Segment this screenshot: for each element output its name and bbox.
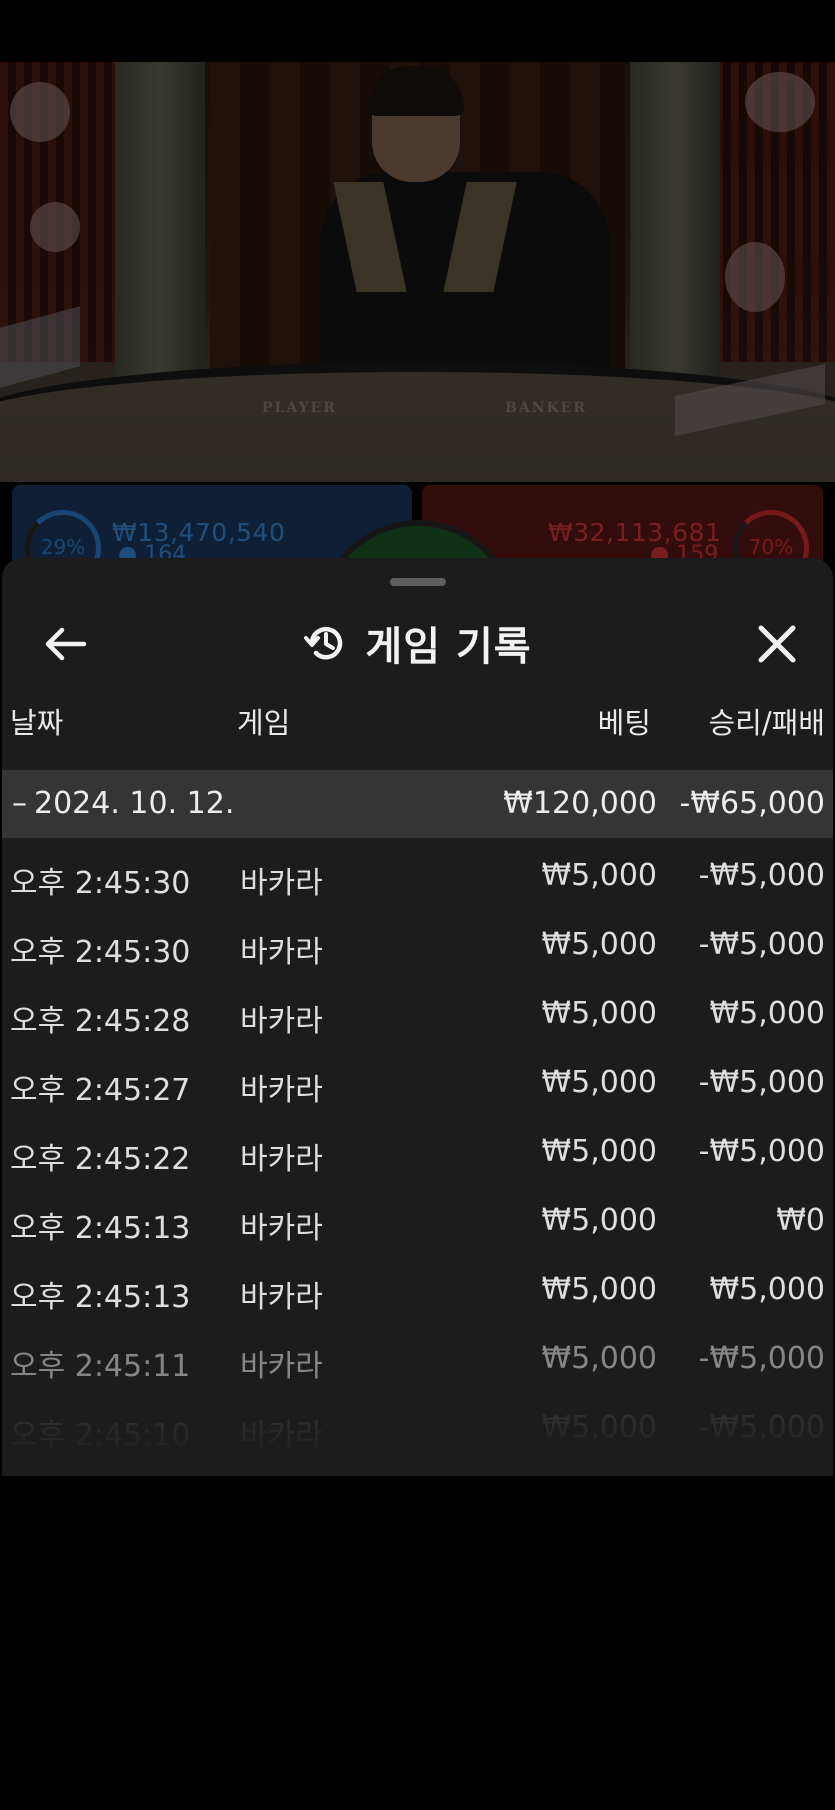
row-time: 오후 2:45:22 [10,1142,191,1177]
row-win-loss: -₩5,000 [698,1134,825,1169]
row-bet: ₩5,000 [541,858,657,893]
column-header-game: 게임 [237,706,291,740]
row-game: 바카라 [240,935,323,970]
row-win-loss: -₩5,000 [698,858,825,893]
history-row[interactable]: 오후 2:45:13 바카라 ₩5,000 ₩0 [2,1183,833,1252]
sheet-header: 게임 기록 [2,602,833,682]
history-row[interactable]: 오후 2:45:30 바카라 ₩5,000 -₩5,000 [2,838,833,907]
date-group-date: 2024. 10. 12. [34,786,235,821]
date-group-bet-total: ₩120,000 [503,786,657,821]
date-group-win-loss-total: -₩65,000 [679,786,825,821]
row-game: 바카라 [240,1142,323,1177]
column-header-win-loss: 승리/패배 [708,706,826,740]
row-bet: ₩5,000 [541,1341,657,1376]
history-icon [304,626,343,660]
modal-scrim[interactable] [0,62,835,582]
sheet-title-group: 게임 기록 [2,614,833,672]
row-game: 바카라 [240,1211,323,1246]
row-time: 오후 2:45:13 [10,1280,191,1315]
column-headers: 날짜 게임 베팅 승리/패배 [2,700,833,740]
row-bet: ₩5,000 [541,1272,657,1307]
row-time: 오후 2:45:27 [10,1073,191,1108]
history-list: 오후 2:45:30 바카라 ₩5,000 -₩5,000 오후 2:45:30 바카라 ₩… [2,838,833,1459]
date-group-row[interactable]: – 2024. 10. 12. ₩120,000 -₩65,000 [2,770,833,838]
history-row[interactable]: 오후 2:45:13 바카라 ₩5,000 ₩5,000 [2,1252,833,1321]
row-bet: ₩5,000 [541,1065,657,1100]
sheet-title: 게임 기록 [365,624,532,670]
row-win-loss: -₩5,000 [698,927,825,962]
row-bet: ₩5,000 [541,1134,657,1169]
history-row[interactable]: 오후 2:45:27 바카라 ₩5,000 -₩5,000 [2,1045,833,1114]
game-history-sheet: 게임 기록 날짜 게임 베팅 승리/패배 – 2024. 10. 12. ₩12… [2,558,833,1476]
row-win-loss: ₩5,000 [709,1272,825,1307]
row-time: 오후 2:45:30 [10,935,191,970]
history-row[interactable]: 오후 2:45:30 바카라 ₩5,000 -₩5,000 [2,907,833,976]
row-game: 바카라 [240,866,323,901]
close-button[interactable] [749,616,805,672]
row-time: 오후 2:45:13 [10,1211,191,1246]
history-row[interactable]: 오후 2:45:22 바카라 ₩5,000 -₩5,000 [2,1114,833,1183]
row-time: 오후 2:45:30 [10,866,191,901]
history-row[interactable]: 오후 2:45:28 바카라 ₩5,000 ₩5,000 [2,976,833,1045]
close-icon [758,625,796,663]
row-win-loss: -₩5,000 [698,1065,825,1100]
row-game: 바카라 [240,1280,323,1315]
row-win-loss: -₩5,000 [698,1341,825,1376]
row-win-loss: ₩0 [776,1203,825,1238]
row-game: 바카라 [240,1004,323,1039]
row-bet: ₩5,000 [541,996,657,1031]
column-header-date: 날짜 [10,706,64,740]
row-time: 오후 2:45:28 [10,1004,191,1039]
collapse-toggle-icon[interactable]: – [12,786,27,821]
row-bet: ₩5,000 [541,1203,657,1238]
column-header-bet: 베팅 [597,706,651,740]
row-win-loss: ₩5,000 [709,996,825,1031]
row-bet: ₩5,000 [541,927,657,962]
sheet-drag-handle[interactable] [390,578,446,586]
row-game: 바카라 [240,1073,323,1108]
list-fade-overlay [2,1376,833,1476]
